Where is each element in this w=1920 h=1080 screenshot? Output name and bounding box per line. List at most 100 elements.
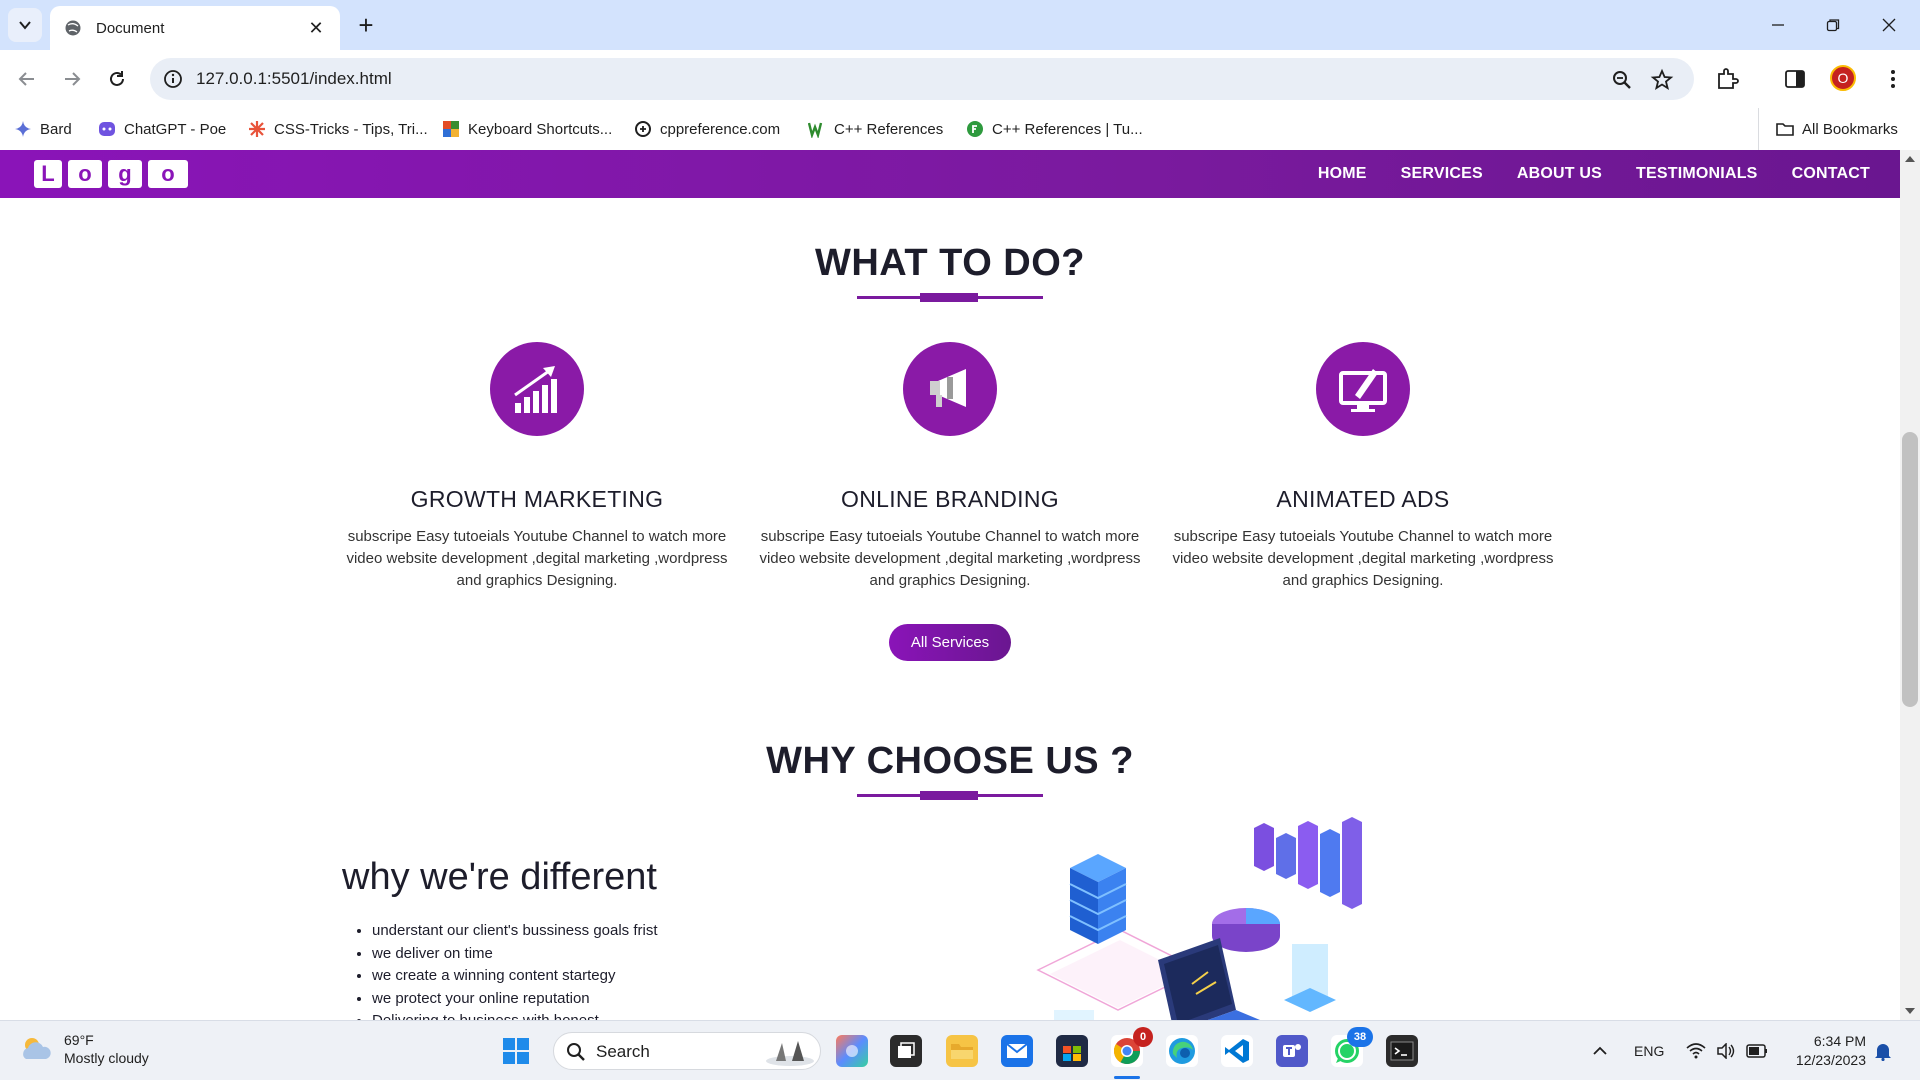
service-title: ONLINE BRANDING [841,486,1059,512]
start-button[interactable] [500,1035,532,1067]
all-services-button[interactable]: All Services [889,624,1011,661]
restore-icon [1826,19,1840,32]
logo-letter: o [68,160,102,188]
nav-about-us[interactable]: ABOUT US [1517,165,1602,183]
active-tab[interactable]: Document ✕ [50,6,340,50]
taskbar-teams[interactable] [1276,1035,1308,1067]
active-app-indicator [1114,1076,1140,1079]
taskbar-mail[interactable] [1001,1035,1033,1067]
bookmark-item[interactable]: Keyboard Shortcuts... [442,118,612,140]
clock-date: 12/23/2023 [1795,1052,1866,1068]
chrome-badge: 0 [1133,1027,1153,1047]
weather-widget[interactable]: 69°F Mostly cloudy [18,1031,149,1067]
site-logo[interactable]: L o g o [34,160,188,188]
why-different-heading: why we're different [342,856,657,898]
zoom-icon[interactable] [1610,68,1634,92]
minimize-button[interactable] [1755,0,1801,50]
system-tray-icons[interactable] [1686,1021,1768,1080]
cpp-icon [635,121,651,137]
mail-icon [1006,1043,1028,1058]
title-underline [857,293,1043,302]
forward-button[interactable] [55,62,89,96]
bookmark-label: CSS-Tricks - Tips, Tri... [274,120,428,138]
search-label: Search [596,1042,650,1061]
taskbar-copilot[interactable] [836,1035,868,1067]
scrollbar-thumb[interactable] [1902,432,1918,707]
bookmarks-bar: Bard ChatGPT - Poe CSS-Tricks - Tips, Tr… [0,108,1920,150]
nav-testimonials[interactable]: TESTIMONIALS [1636,165,1758,183]
tab-search-button[interactable] [8,8,42,42]
menu-kebab-icon[interactable] [1880,66,1906,92]
side-panel-icon[interactable] [1782,66,1808,92]
bookmark-item[interactable]: cppreference.com [634,118,780,140]
address-bar[interactable]: 127.0.0.1:5501/index.html [150,58,1694,100]
taskbar-search[interactable]: Search [553,1032,821,1070]
taskbar-file-explorer[interactable] [946,1035,978,1067]
url-text[interactable]: 127.0.0.1:5501/index.html [196,69,392,89]
scroll-up-arrow-icon[interactable] [1905,156,1915,162]
bell-icon [1875,1044,1891,1061]
restore-button[interactable] [1810,0,1856,50]
bookmark-label: C++ References [834,120,944,138]
volume-icon [1717,1043,1735,1059]
tray-overflow-chevron[interactable] [1592,1021,1608,1080]
bookmark-star-icon[interactable] [1650,68,1674,92]
new-tab-button[interactable]: + [352,12,380,40]
bookmark-item[interactable]: Bard [14,118,72,140]
list-item: we deliver on time [372,943,658,966]
why-different-list: understant our client's bussiness goals … [372,920,658,1020]
page-viewport: L o g o HOME SERVICES ABOUT US TESTIMONI… [0,150,1900,1020]
close-icon [1882,18,1896,32]
freecodecamp-icon [967,121,983,137]
all-bookmarks-button[interactable]: All Bookmarks [1776,118,1898,140]
tab-strip: Document ✕ + [0,0,1920,50]
service-description: subscripe Easy tutoeials Youtube Channel… [759,528,1141,589]
bookmark-item[interactable]: C++ References [808,118,943,140]
taskbar-whatsapp[interactable]: 38 [1331,1027,1373,1067]
store-icon [1063,1046,1081,1061]
notification-bell[interactable] [1874,1021,1892,1080]
taskbar-task-view[interactable] [890,1035,922,1067]
bookmark-item[interactable]: C++ References | Tu... [966,118,1143,140]
globe-icon [65,20,81,36]
service-title: GROWTH MARKETING [410,486,664,512]
taskbar-chrome[interactable]: 0 [1111,1027,1153,1067]
reload-icon [110,71,124,86]
windows-logo-icon [503,1038,529,1064]
taskbar-terminal[interactable] [1386,1035,1418,1067]
taskbar-store[interactable] [1056,1035,1088,1067]
underline-accent [920,791,978,800]
site-info-icon[interactable] [162,68,184,90]
taskbar-clock[interactable]: 6:34 PM 12/23/2023 [1786,1032,1866,1070]
bookmark-label: Keyboard Shortcuts... [468,120,613,138]
scroll-down-arrow-icon[interactable] [1905,1008,1915,1014]
nav-services[interactable]: SERVICES [1401,165,1483,183]
back-button[interactable] [10,62,44,96]
taskbar-edge[interactable] [1166,1035,1198,1067]
weather-temp: 69°F [64,1032,94,1048]
chevron-up-icon [1593,1046,1607,1055]
extensions-icon[interactable] [1714,66,1740,92]
nav-contact[interactable]: CONTACT [1792,165,1870,183]
language-indicator[interactable]: ENG [1634,1021,1664,1080]
profile-avatar[interactable]: O [1830,65,1856,91]
nav-home[interactable]: HOME [1318,165,1367,183]
close-window-button[interactable] [1866,0,1912,50]
tab-close-icon[interactable]: ✕ [306,18,326,38]
bookmark-label: C++ References | Tu... [992,120,1143,138]
arrow-left-icon [18,72,34,86]
site-navbar: L o g o HOME SERVICES ABOUT US TESTIMONI… [0,150,1900,198]
page-scrollbar[interactable] [1900,150,1920,1020]
logo-letter: L [34,160,62,188]
bookmark-item[interactable]: ChatGPT - Poe [98,118,226,140]
bookmark-item[interactable]: CSS-Tricks - Tips, Tri... [248,118,428,140]
w3-icon [808,122,823,138]
folder-icon [951,1044,973,1059]
taskbar-vscode[interactable] [1221,1035,1253,1067]
service-icon-circle [490,342,584,436]
logo-letter: o [148,160,188,188]
teams-icon [1283,1044,1301,1057]
reload-button[interactable] [100,62,134,96]
service-icon-circle [1316,342,1410,436]
service-title: ANIMATED ADS [1276,486,1450,512]
